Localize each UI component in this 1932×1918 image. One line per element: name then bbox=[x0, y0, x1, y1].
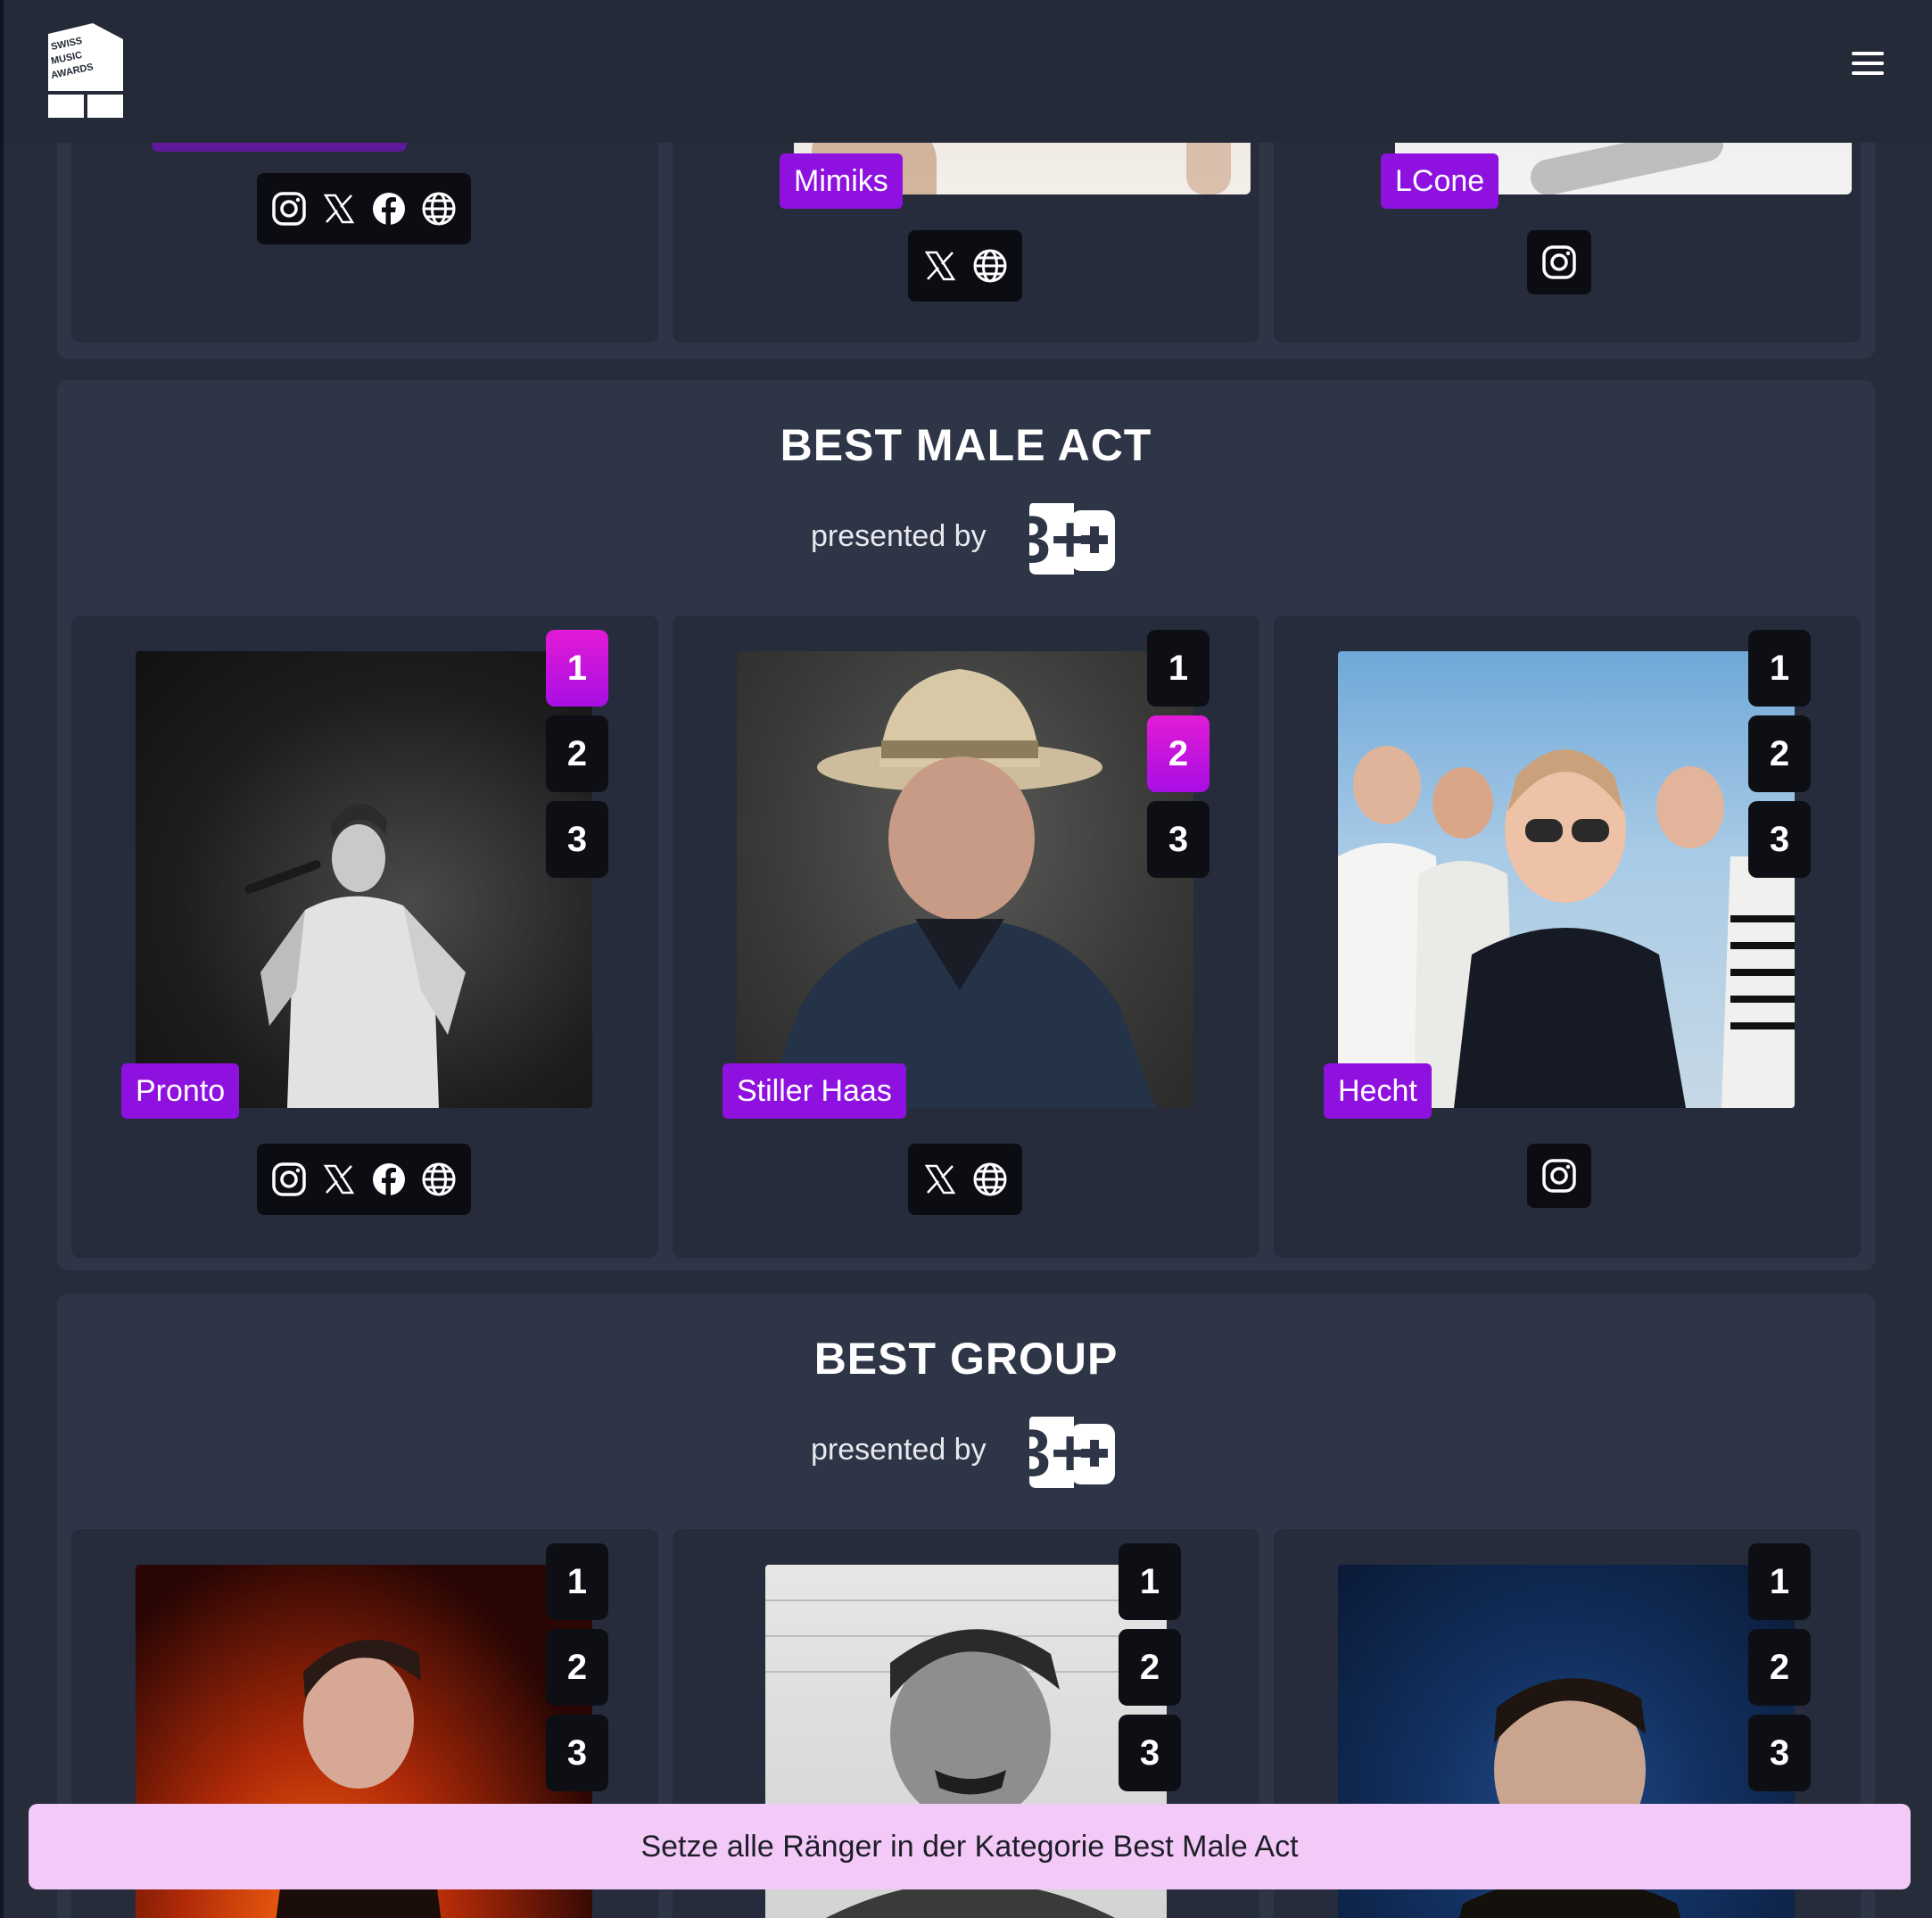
rank-selector: 1 2 3 bbox=[1748, 1543, 1811, 1800]
rank-3-button[interactable]: 3 bbox=[1119, 1715, 1181, 1791]
nominee-photo bbox=[1338, 651, 1795, 1108]
rank-1-button[interactable]: 1 bbox=[1119, 1543, 1181, 1620]
rank-1-button[interactable]: 1 bbox=[1147, 630, 1210, 707]
nominee-photo bbox=[136, 651, 592, 1108]
instagram-icon[interactable] bbox=[1540, 1157, 1578, 1195]
category-section-best-male-act: BEST MALE ACT presented by 3+ 1 2 3 Pron… bbox=[57, 380, 1875, 1270]
rank-3-button[interactable]: 3 bbox=[1147, 801, 1210, 878]
nominee-name-badge: Pronto bbox=[121, 1063, 240, 1119]
nominee-name-badge: Stiller Haas bbox=[722, 1063, 906, 1119]
globe-icon[interactable] bbox=[971, 1161, 1009, 1198]
rank-2-button[interactable]: 2 bbox=[546, 715, 608, 792]
rank-selector: 1 2 3 bbox=[1119, 1543, 1181, 1800]
social-links bbox=[1527, 230, 1591, 294]
nominee-name-badge: Hecht bbox=[1324, 1063, 1432, 1119]
globe-icon[interactable] bbox=[971, 247, 1009, 285]
social-links bbox=[908, 230, 1022, 302]
set-all-ranks-button[interactable]: Setze alle Ränger in der Kategorie Best … bbox=[29, 1804, 1911, 1889]
rank-2-button[interactable]: 2 bbox=[1119, 1629, 1181, 1706]
social-links bbox=[257, 173, 471, 244]
hamburger-menu-icon[interactable] bbox=[1852, 52, 1884, 79]
x-icon[interactable] bbox=[921, 247, 959, 285]
nominee-card: 1 2 3 Stiller Haas bbox=[673, 616, 1259, 1258]
x-icon[interactable] bbox=[921, 1161, 959, 1198]
rank-2-button[interactable]: 2 bbox=[1748, 715, 1811, 792]
rank-1-button[interactable]: 1 bbox=[1748, 630, 1811, 707]
social-links bbox=[257, 1144, 471, 1215]
nominee-name-badge: LCone bbox=[1381, 153, 1499, 209]
globe-icon[interactable] bbox=[420, 190, 458, 227]
instagram-icon[interactable] bbox=[270, 1161, 308, 1198]
rank-3-button[interactable]: 3 bbox=[1748, 1715, 1811, 1791]
window-edge bbox=[0, 0, 4, 1918]
rank-selector: 1 2 3 bbox=[1147, 630, 1210, 887]
rank-selector: 1 2 3 bbox=[546, 1543, 608, 1800]
facebook-icon[interactable] bbox=[370, 1161, 408, 1198]
sponsor-3plus-logo: 3+ bbox=[1028, 1416, 1115, 1490]
presented-by-label: presented by bbox=[811, 1433, 987, 1467]
social-links bbox=[1527, 1144, 1591, 1208]
rank-2-button[interactable]: 2 bbox=[546, 1629, 608, 1706]
rank-3-button[interactable]: 3 bbox=[546, 801, 608, 878]
rank-3-button[interactable]: 3 bbox=[1748, 801, 1811, 878]
category-title: BEST MALE ACT bbox=[780, 420, 1152, 470]
category-title: BEST GROUP bbox=[813, 1334, 1119, 1384]
globe-icon[interactable] bbox=[420, 1161, 458, 1198]
x-icon[interactable] bbox=[320, 190, 358, 227]
rank-3-button[interactable]: 3 bbox=[546, 1715, 608, 1791]
rank-selector: 1 2 3 bbox=[546, 630, 608, 887]
presented-by-label: presented by bbox=[811, 519, 987, 553]
nominee-name-badge: Mimiks bbox=[780, 153, 903, 209]
social-links bbox=[908, 1144, 1022, 1215]
top-navigation-bar: SWISS MUSIC AWARDS bbox=[0, 0, 1932, 143]
instagram-icon[interactable] bbox=[270, 190, 308, 227]
x-icon[interactable] bbox=[320, 1161, 358, 1198]
rank-2-button[interactable]: 2 bbox=[1147, 715, 1210, 792]
sponsor-3plus-logo: 3+ bbox=[1028, 502, 1115, 576]
rank-2-button[interactable]: 2 bbox=[1748, 1629, 1811, 1706]
rank-1-button[interactable]: 1 bbox=[546, 1543, 608, 1620]
sponsor-3plus-digit: 3+ bbox=[1028, 502, 1089, 576]
nominee-card: 1 2 3 Hecht bbox=[1274, 616, 1861, 1258]
facebook-icon[interactable] bbox=[370, 190, 408, 227]
rank-selector: 1 2 3 bbox=[1748, 630, 1811, 887]
nominee-card: 1 2 3 Pronto bbox=[71, 616, 658, 1258]
rank-1-button[interactable]: 1 bbox=[546, 630, 608, 707]
nominee-photo bbox=[737, 651, 1193, 1108]
sponsor-3plus-digit: 3+ bbox=[1028, 1416, 1089, 1490]
rank-1-button[interactable]: 1 bbox=[1748, 1543, 1811, 1620]
swiss-music-awards-logo[interactable]: SWISS MUSIC AWARDS bbox=[48, 23, 123, 118]
instagram-icon[interactable] bbox=[1540, 244, 1578, 281]
